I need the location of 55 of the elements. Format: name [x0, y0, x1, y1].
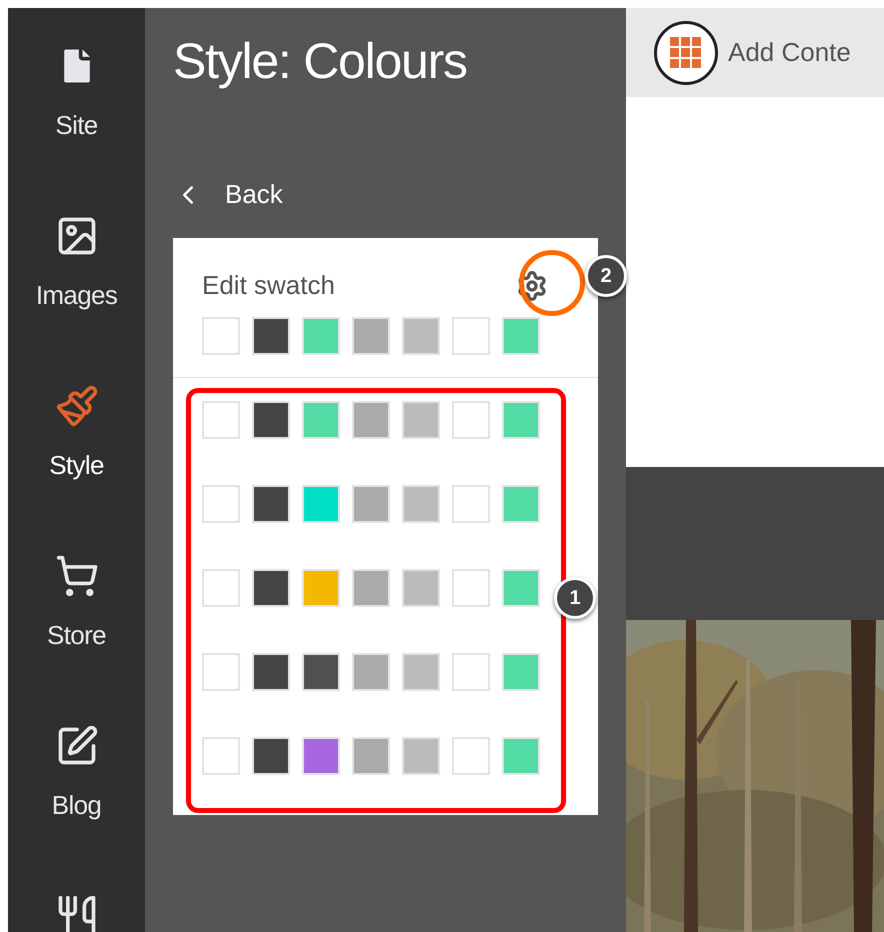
color-swatch[interactable]: [502, 317, 540, 355]
color-swatch[interactable]: [202, 317, 240, 355]
color-swatch[interactable]: [402, 737, 440, 775]
card-title: Edit swatch: [202, 269, 335, 302]
color-swatch[interactable]: [452, 653, 490, 691]
color-swatch[interactable]: [302, 317, 340, 355]
color-swatch[interactable]: [252, 653, 290, 691]
color-swatch[interactable]: [352, 485, 390, 523]
color-swatch[interactable]: [452, 401, 490, 439]
color-swatch[interactable]: [302, 737, 340, 775]
color-swatch[interactable]: [502, 653, 540, 691]
sidebar-item[interactable]: Images: [8, 214, 145, 384]
sidebar-item[interactable]: Store: [8, 554, 145, 724]
color-swatch[interactable]: [402, 653, 440, 691]
color-swatch[interactable]: [452, 737, 490, 775]
color-swatch[interactable]: [502, 485, 540, 523]
color-swatch[interactable]: [202, 737, 240, 775]
color-swatch[interactable]: [302, 653, 340, 691]
color-swatch[interactable]: [502, 401, 540, 439]
color-swatch[interactable]: [352, 317, 390, 355]
color-swatch[interactable]: [202, 401, 240, 439]
color-swatch[interactable]: [502, 737, 540, 775]
color-swatch[interactable]: [352, 401, 390, 439]
color-swatch[interactable]: [402, 569, 440, 607]
color-swatch[interactable]: [302, 485, 340, 523]
color-swatch[interactable]: [302, 569, 340, 607]
color-swatch[interactable]: [202, 653, 240, 691]
color-swatch[interactable]: [402, 485, 440, 523]
color-swatch[interactable]: [202, 569, 240, 607]
color-swatch[interactable]: [452, 569, 490, 607]
color-swatch[interactable]: [252, 317, 290, 355]
color-swatch[interactable]: [252, 737, 290, 775]
add-content-label[interactable]: Add Conte: [728, 33, 851, 72]
color-swatch[interactable]: [352, 737, 390, 775]
highlight-ring: [519, 250, 585, 316]
color-swatch[interactable]: [252, 569, 290, 607]
settings-icon[interactable]: [516, 270, 548, 302]
color-swatch[interactable]: [452, 485, 490, 523]
color-swatch[interactable]: [452, 317, 490, 355]
color-swatch[interactable]: [352, 653, 390, 691]
color-swatch[interactable]: [202, 485, 240, 523]
color-swatch[interactable]: [402, 317, 440, 355]
back-button[interactable]: Back: [173, 175, 283, 214]
color-swatch[interactable]: [302, 401, 340, 439]
color-swatch[interactable]: [502, 569, 540, 607]
color-swatch[interactable]: [352, 569, 390, 607]
panel-title: Style: Colours: [173, 36, 467, 86]
sidebar-item[interactable]: Site: [8, 44, 145, 214]
sidebar-item[interactable]: Blog: [8, 724, 145, 894]
color-swatch[interactable]: [252, 485, 290, 523]
color-swatch[interactable]: [402, 401, 440, 439]
color-swatch[interactable]: [252, 401, 290, 439]
grid-icon: [670, 36, 702, 68]
cart-icon: [54, 554, 98, 598]
brush-icon: [54, 384, 98, 428]
